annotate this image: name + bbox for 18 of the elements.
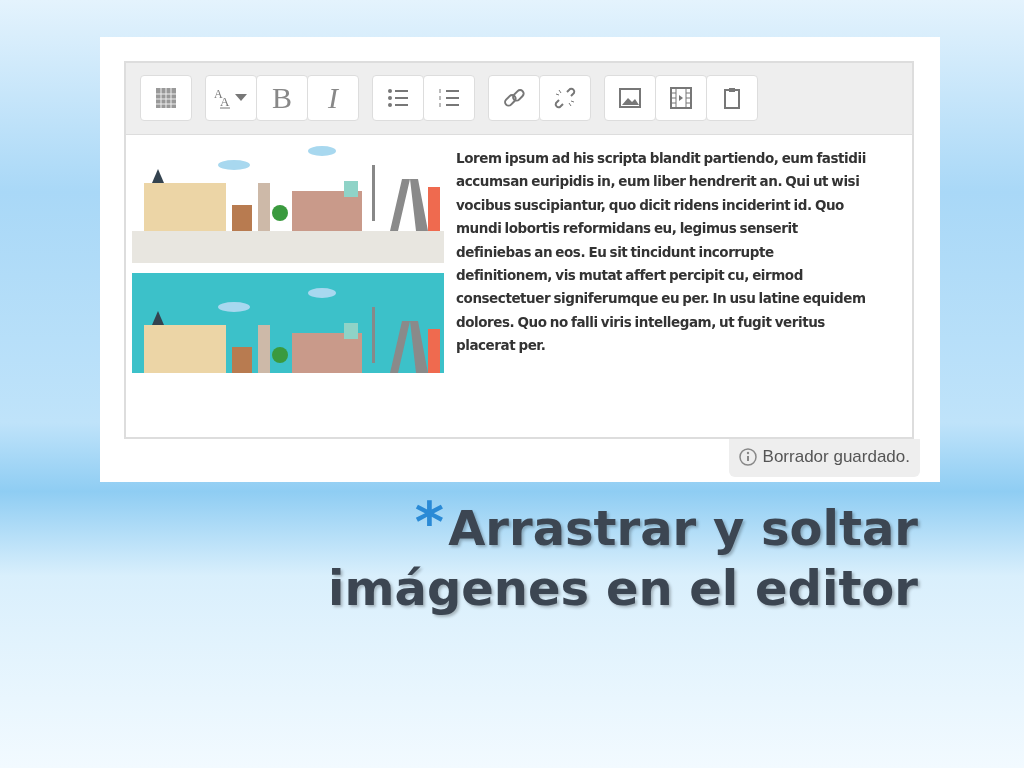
info-icon (738, 448, 757, 466)
italic-button[interactable]: I (307, 75, 359, 121)
paste-button[interactable] (706, 75, 758, 121)
slide-title: imágenes en el editor (328, 559, 918, 618)
numbers-button[interactable] (423, 75, 475, 121)
bold-button[interactable]: B (256, 75, 308, 121)
film-icon (667, 84, 695, 112)
slide-title: Arrastrar y soltar (448, 499, 918, 558)
title-bullet: * (414, 494, 445, 550)
image-button[interactable] (604, 75, 656, 121)
table-button[interactable] (140, 75, 192, 121)
bullets-button[interactable] (372, 75, 424, 121)
link-button[interactable] (488, 75, 540, 121)
body-text: Lorem ipsum ad his scripta blandit partiendo, eum fastidii accumsan euripidis in, eum liber hendrerit an. Qui ut wisi vocibus suscipiantur, quo dicit ridens inciderint id. Quo mundi lobortis reformidans eu, legimus senserit definiebas an eos. Eu sit tincidunt incorrupte definitionem, vis mutat affert percipit cu, eirmod consectetuer signiferumque eu per. In usu latine equidem dolores. Quo no falli viris intellegam, ut fugit veritus placerat per. (456, 149, 867, 356)
video-button[interactable] (655, 75, 707, 121)
font-color-button[interactable]: AA (205, 75, 257, 121)
unlink-button[interactable] (539, 75, 591, 121)
status-text: Borrador guardado. (762, 447, 910, 467)
